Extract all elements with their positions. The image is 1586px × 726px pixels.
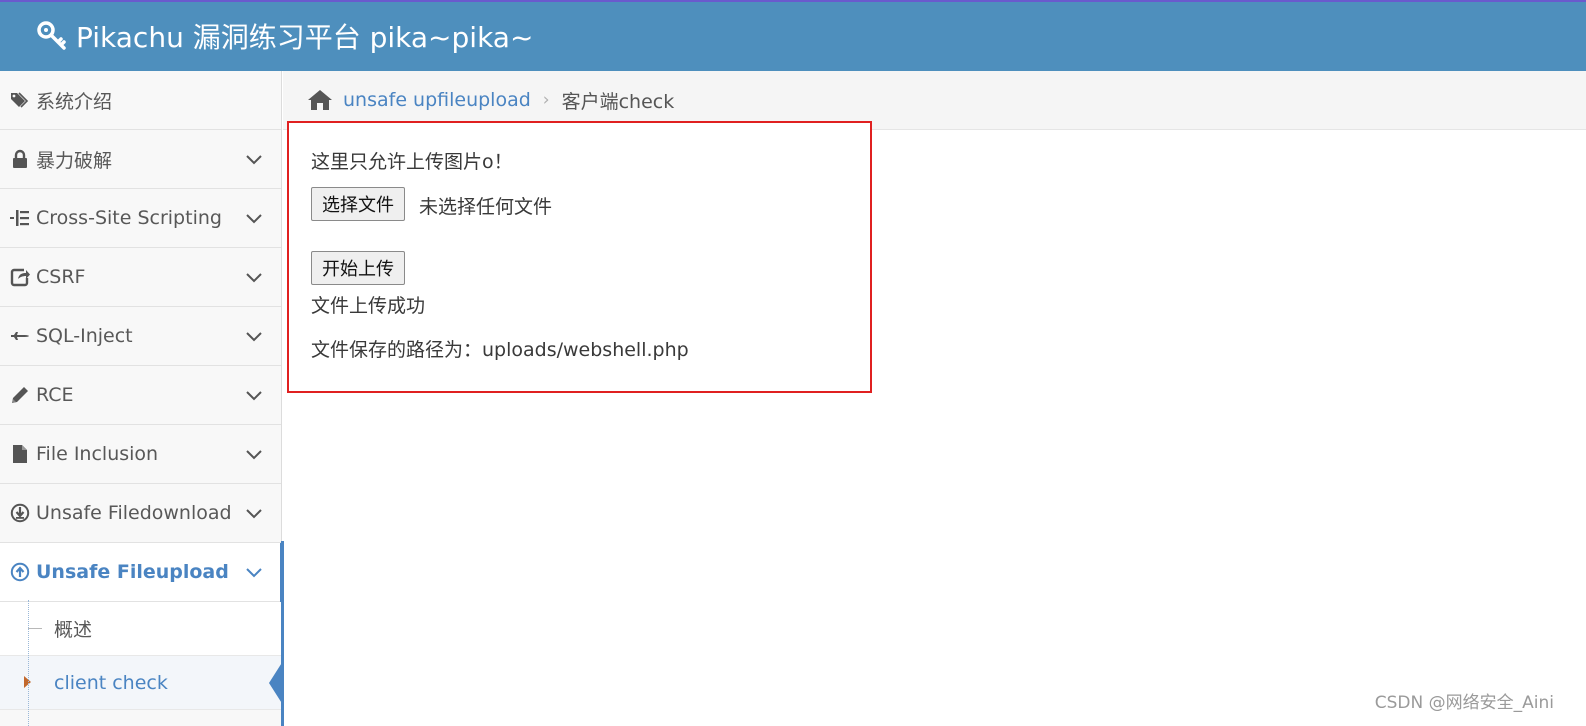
sidebar-item-label: Unsafe Filedownload	[36, 502, 232, 524]
download-circle-icon	[10, 502, 32, 524]
sidebar-item-rce[interactable]: RCE	[0, 366, 281, 425]
pencil-icon	[10, 384, 32, 406]
upload-result: 文件上传成功	[311, 295, 426, 317]
sidebar-item-filedownload[interactable]: Unsafe Filedownload	[0, 484, 281, 543]
key-icon	[37, 21, 66, 50]
sidebar-item-label: File Inclusion	[36, 443, 159, 465]
sidebar-item-label: 系统介绍	[36, 90, 113, 113]
tree-connector	[28, 628, 42, 629]
brand[interactable]: Pikachu 漏洞练习平台 pika~pika~	[36, 16, 533, 56]
sidebar-item-file-inclusion[interactable]: File Inclusion	[0, 425, 281, 484]
sidebar-item-label: CSRF	[36, 266, 86, 288]
sidebar-item-intro[interactable]: 系统介绍	[0, 71, 281, 130]
chevron-down-icon[interactable]	[245, 150, 263, 168]
plane-icon	[10, 325, 32, 347]
sidebar-item-label: Unsafe Fileupload	[36, 561, 229, 583]
sidebar-item-label: SQL-Inject	[36, 325, 133, 347]
top-header: Pikachu 漏洞练习平台 pika~pika~	[0, 0, 1586, 71]
sidebar-item-xss[interactable]: Cross-Site Scripting	[0, 189, 281, 248]
share-icon	[10, 266, 32, 288]
list-icon	[10, 207, 32, 229]
sidebar-subitem-label: 概述	[54, 619, 93, 641]
sidebar-item-label: Cross-Site Scripting	[36, 207, 222, 229]
chevron-down-icon[interactable]	[245, 504, 263, 522]
chevron-down-icon[interactable]	[245, 445, 263, 463]
tags-icon	[10, 89, 32, 111]
saved-path: 文件保存的路径为：uploads/webshell.php	[311, 339, 689, 361]
sidebar-item-fileupload[interactable]: Unsafe Fileupload	[0, 543, 283, 602]
chevron-down-icon[interactable]	[245, 563, 263, 581]
file-status: 未选择任何文件	[419, 196, 553, 218]
breadcrumb-link[interactable]: unsafe upfileupload	[343, 89, 531, 111]
upload-intro: 这里只允许上传图片o！	[311, 151, 513, 173]
home-icon[interactable]	[307, 88, 333, 112]
file-icon	[10, 443, 32, 465]
app-title: Pikachu 漏洞练习平台 pika~pika~	[76, 21, 534, 54]
sidebar-item-csrf[interactable]: CSRF	[0, 248, 281, 307]
choose-file-button[interactable]: 选择文件	[311, 187, 405, 221]
sidebar-item-label: RCE	[36, 384, 74, 406]
breadcrumb-separator-icon: ›	[542, 90, 550, 110]
sidebar-subitem-overview[interactable]: 概述	[0, 602, 281, 656]
upload-circle-icon	[10, 561, 32, 583]
sidebar: 系统介绍 暴力破解 Cross-Site Scripting CSRF SQL-…	[0, 71, 283, 726]
upload-panel: 这里只允许上传图片o！ 选择文件 未选择任何文件 开始上传 文件上传成功 文件保…	[287, 121, 872, 393]
chevron-down-icon[interactable]	[245, 209, 263, 227]
active-section-bar	[281, 541, 284, 726]
sidebar-subitem-client-check[interactable]: client check	[0, 656, 283, 710]
start-upload-button[interactable]: 开始上传	[311, 251, 405, 285]
sidebar-item-label: 暴力破解	[36, 149, 113, 172]
chevron-down-icon[interactable]	[245, 268, 263, 286]
breadcrumb-current: 客户端check	[561, 90, 675, 113]
tree-line	[28, 600, 29, 726]
chevron-down-icon[interactable]	[245, 386, 263, 404]
watermark: CSDN @网络安全_Aini	[1374, 693, 1554, 713]
sidebar-item-bruteforce[interactable]: 暴力破解	[0, 130, 281, 189]
lock-icon	[10, 148, 32, 170]
sidebar-subitem-label: client check	[54, 671, 168, 694]
sidebar-item-sqli[interactable]: SQL-Inject	[0, 307, 281, 366]
chevron-down-icon[interactable]	[245, 327, 263, 345]
